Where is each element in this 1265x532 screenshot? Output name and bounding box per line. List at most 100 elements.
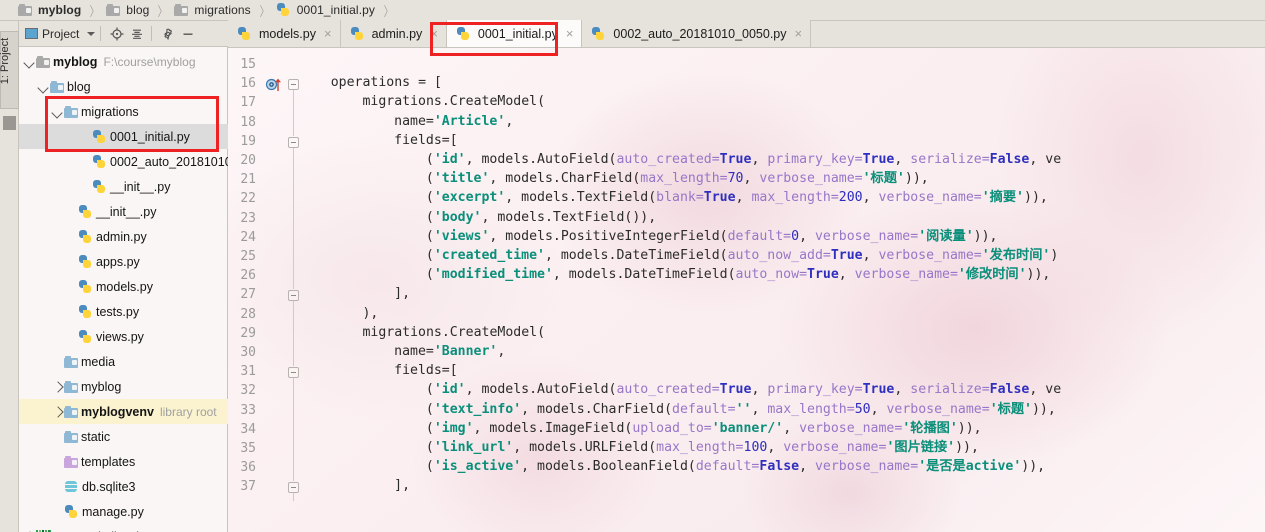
code-token: migrations.CreateModel( <box>362 324 546 340</box>
chevron-down-icon[interactable] <box>23 55 36 68</box>
code-token: 'id' <box>433 382 466 398</box>
fold-minus-icon <box>288 290 299 302</box>
code-line: migrations.CreateModel( <box>362 92 545 111</box>
close-icon[interactable]: × <box>795 27 803 40</box>
code-token: name= <box>394 113 434 129</box>
tree-item-migrations[interactable]: migrations <box>19 99 228 124</box>
tree-item-admin-py[interactable]: admin.py <box>19 224 228 249</box>
python-file-icon <box>78 254 92 269</box>
editor-gutter[interactable]: 15 16 17 18 19 20 21 22 23 24 25 26 27 28 29 30 31 32 33 34… <box>228 48 299 532</box>
code-token: upload_to= <box>632 420 712 436</box>
tree-item-templates[interactable]: templates <box>19 449 228 474</box>
chevron-right-icon[interactable] <box>51 380 64 393</box>
code-token: True <box>703 190 736 206</box>
tree-item-label: blog <box>67 79 91 94</box>
tree-item-tests-py[interactable]: tests.py <box>19 299 228 324</box>
code-token: 0 <box>791 228 800 244</box>
code-token: 'modified_time' <box>433 267 553 283</box>
tree-item-apps-py[interactable]: apps.py <box>19 249 228 274</box>
code-line: operations = [ <box>331 73 442 92</box>
code-line: fields=[ <box>394 361 458 380</box>
tree-item-0002-auto-20181010-0050-py[interactable]: 0002_auto_20181010_0050.py <box>19 149 228 174</box>
tree-item-label: manage.py <box>82 504 144 519</box>
code-token: operations <box>330 75 419 91</box>
hide-icon[interactable] <box>179 25 197 43</box>
fold-toggle-icon[interactable] <box>288 79 299 136</box>
fold-toggle-icon[interactable] <box>288 482 299 501</box>
close-icon[interactable]: × <box>430 27 438 40</box>
fold-guide-line <box>293 493 294 501</box>
breadcrumb-item-0001-initial-py[interactable]: 0001_initial.py <box>276 0 378 21</box>
chevron-down-icon[interactable] <box>87 31 96 36</box>
folder-icon <box>18 4 32 16</box>
code-token: )), <box>1021 459 1046 475</box>
code-line: ], <box>394 476 410 495</box>
fold-guide-line <box>293 147 294 290</box>
editor-tab-models-py[interactable]: models.py × <box>228 20 341 47</box>
line-number: 29 <box>240 325 256 341</box>
code-token: True <box>807 267 839 283</box>
close-icon[interactable]: × <box>566 27 574 40</box>
breadcrumb-item-blog[interactable]: blog <box>106 0 152 21</box>
chevron-down-icon[interactable] <box>37 80 50 93</box>
locate-icon[interactable] <box>108 25 126 43</box>
tree-item-db-sqlite3[interactable]: db.sqlite3 <box>19 474 228 499</box>
tree-item-manage-py[interactable]: manage.py <box>19 499 228 524</box>
code-token: , <box>870 401 887 417</box>
code-content[interactable]: operations = [migrations.CreateModel(nam… <box>299 48 1265 532</box>
fold-toggle-icon[interactable] <box>288 367 299 482</box>
folder-icon <box>174 4 189 16</box>
line-number: 21 <box>240 172 256 188</box>
tree-item-external-libraries[interactable]: External Libraries <box>19 524 228 532</box>
tree-item-label: __init__.py <box>96 204 157 219</box>
fold-toggle-icon[interactable] <box>288 136 299 290</box>
code-line: fields=[ <box>394 131 458 150</box>
code-editor[interactable]: 15 16 17 18 19 20 21 22 23 24 25 26 27 28 29 30 31 32 33 34… <box>228 48 1265 532</box>
override-method-icon[interactable] <box>265 77 283 95</box>
breadcrumb-item-myblog[interactable]: myblog <box>18 0 84 21</box>
chevron-down-icon[interactable] <box>51 105 64 118</box>
editor-tab-0001-initial-py[interactable]: 0001_initial.py × <box>446 20 583 47</box>
tree-item-label: db.sqlite3 <box>82 479 136 494</box>
tree-item-models-py[interactable]: models.py <box>19 274 228 299</box>
code-token: auto_now= <box>735 267 808 283</box>
project-tree[interactable]: myblog F:\course\myblog blog migrations 0001… <box>19 47 228 532</box>
folder-purple-icon <box>64 455 78 468</box>
code-token: '修改时间' <box>957 267 1027 283</box>
code-token: , <box>735 190 752 206</box>
line-number: 34 <box>240 421 256 437</box>
collapse-all-icon[interactable] <box>128 25 146 43</box>
code-token: default= <box>672 401 736 417</box>
breadcrumb-item-migrations[interactable]: migrations <box>174 0 253 21</box>
tool-window-button-project[interactable]: 1: Project <box>0 31 19 109</box>
code-token: fields=[ <box>394 132 458 148</box>
breadcrumb-label: blog <box>126 3 150 17</box>
tree-item-media[interactable]: media <box>19 349 228 374</box>
left-tool-strip: 1: Project <box>0 21 19 532</box>
code-line: ), <box>362 304 378 323</box>
tree-item-static[interactable]: static <box>19 424 228 449</box>
chevron-right-icon[interactable] <box>51 405 64 418</box>
tree-item-myblog[interactable]: myblog F:\course\myblog <box>19 49 228 74</box>
fold-toggle-icon[interactable] <box>288 290 299 367</box>
gear-icon[interactable] <box>159 25 177 43</box>
breadcrumb: myblog 〉 blog 〉 migrations 〉 0001_initial.py 〉 <box>0 0 1265 21</box>
tree-item--init-py[interactable]: __init__.py <box>19 199 228 224</box>
tree-item-blog[interactable]: blog <box>19 74 228 99</box>
tree-item--init-py[interactable]: __init__.py <box>19 174 228 199</box>
code-line: ], <box>394 284 410 303</box>
tree-item-myblog[interactable]: myblog <box>19 374 228 399</box>
project-title-dropdown[interactable]: Project <box>25 27 96 41</box>
tree-item-label: myblog <box>53 54 98 69</box>
editor-tab-0002-auto-20181010-0050-py[interactable]: 0002_auto_20181010_0050.py × <box>582 20 812 47</box>
folder-blue-icon <box>64 430 78 443</box>
tree-item-myblogvenv[interactable]: myblogvenv library root <box>19 399 228 424</box>
code-token: , <box>862 190 879 206</box>
tree-item-views-py[interactable]: views.py <box>19 324 228 349</box>
code-line: ('excerpt', models.TextField(blank=True,… <box>426 188 1048 207</box>
editor-tab-admin-py[interactable]: admin.py × <box>340 20 447 47</box>
close-icon[interactable]: × <box>324 27 332 40</box>
tree-item-0001-initial-py[interactable]: 0001_initial.py <box>19 124 228 149</box>
